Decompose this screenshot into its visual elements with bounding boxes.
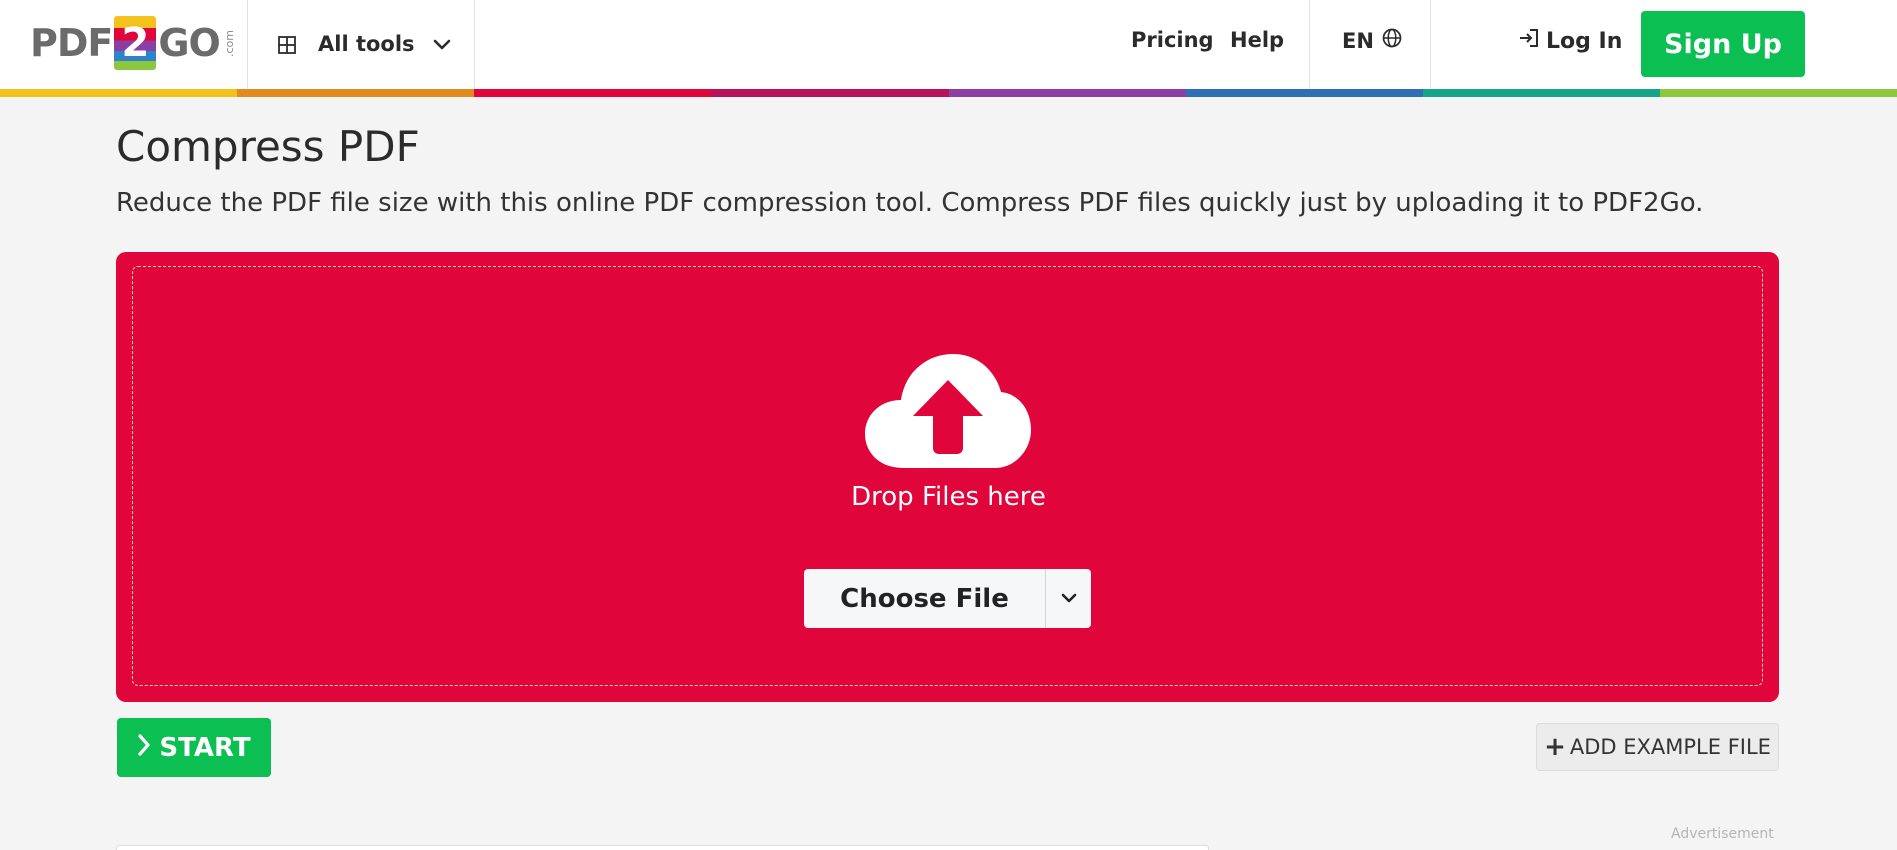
header-divider <box>1309 0 1310 90</box>
cloud-upload-icon <box>863 350 1033 472</box>
nav-help[interactable]: Help <box>1230 28 1284 52</box>
color-stripe-segment <box>1422 89 1660 97</box>
logo-mark: 2 <box>114 16 157 70</box>
logo-mark-text: 2 <box>121 20 150 66</box>
login-label: Log In <box>1546 28 1623 54</box>
header-divider <box>247 0 248 90</box>
page-subtitle: Reduce the PDF file size with this onlin… <box>116 188 1704 218</box>
header: PDF 2 GO .com All tools Pricing Help EN … <box>0 0 1897 97</box>
plus-icon: + <box>1544 732 1566 762</box>
all-tools-label: All tools <box>318 32 415 56</box>
start-button[interactable]: START <box>117 718 271 777</box>
login-icon <box>1518 28 1546 54</box>
page-title: Compress PDF <box>116 122 420 171</box>
logo-text-left: PDF <box>30 21 113 65</box>
color-stripe <box>0 89 1897 97</box>
add-example-file-button[interactable]: + ADD EXAMPLE FILE <box>1536 723 1779 771</box>
language-label: EN <box>1342 28 1374 53</box>
all-tools-menu[interactable]: All tools <box>278 26 451 62</box>
logo[interactable]: PDF 2 GO .com <box>30 14 236 72</box>
color-stripe-segment <box>948 89 1186 97</box>
choose-file-source-dropdown[interactable] <box>1046 569 1091 628</box>
color-stripe-segment <box>1659 89 1897 97</box>
header-divider <box>1430 0 1431 90</box>
chevron-down-icon <box>1061 589 1077 608</box>
add-example-file-label: ADD EXAMPLE FILE <box>1569 735 1771 759</box>
advertisement-label: Advertisement <box>1671 826 1774 842</box>
color-stripe-segment <box>474 89 712 97</box>
globe-icon <box>1374 28 1402 53</box>
start-label: START <box>159 732 251 763</box>
color-stripe-segment <box>711 89 949 97</box>
header-divider <box>474 0 475 90</box>
color-stripe-segment <box>1185 89 1423 97</box>
nav-pricing[interactable]: Pricing <box>1131 28 1214 52</box>
logo-text-right: GO <box>158 21 220 65</box>
logo-suffix: .com <box>222 29 236 57</box>
chevron-right-icon <box>137 733 159 763</box>
file-dropzone[interactable] <box>116 252 1779 702</box>
signup-button[interactable]: Sign Up <box>1641 11 1805 77</box>
login-link[interactable]: Log In <box>1518 28 1622 54</box>
chevron-down-icon <box>433 32 451 56</box>
advertisement-frame <box>116 845 1209 850</box>
choose-file-button-group: Choose File <box>804 569 1091 628</box>
grid-icon <box>278 35 296 54</box>
choose-file-button[interactable]: Choose File <box>804 569 1046 628</box>
drop-files-text: Drop Files here <box>851 482 1046 512</box>
color-stripe-segment <box>237 89 475 97</box>
language-selector[interactable]: EN <box>1342 28 1402 53</box>
color-stripe-segment <box>0 89 238 97</box>
